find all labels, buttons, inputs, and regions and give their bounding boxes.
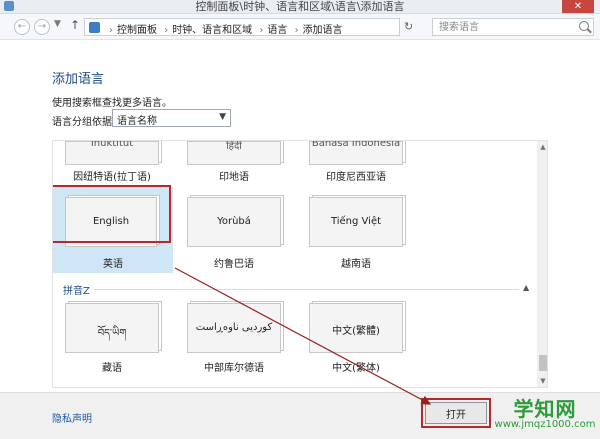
breadcrumb-separator-icon: › (164, 25, 169, 36)
language-name-hindi: 印地语 (219, 172, 249, 183)
tile-native-name: Inuktitut (90, 140, 134, 149)
recent-locations-chevron-icon[interactable]: ▼ (54, 19, 61, 29)
highlight-frame (53, 185, 171, 243)
chevron-up-icon[interactable]: ▲ (523, 283, 529, 292)
tile-native-name: کوردیی ناوەڕاست (195, 322, 273, 333)
language-list: Inuktitut 因纽特语(拉丁语) हिंदी 印地语 Bahasa Ind… (52, 140, 548, 388)
search-input[interactable] (433, 19, 573, 35)
breadcrumb-separator-icon: › (109, 25, 113, 36)
language-name-inuktitut: 因纽特语(拉丁语) (73, 172, 151, 183)
breadcrumb: › 控制面板 › 时钟、语言和区域 › 语言 › 添加语言 (105, 21, 343, 36)
tile-native-name: བོད་ཡིག (97, 328, 127, 339)
search-icon[interactable] (579, 21, 589, 31)
vertical-scrollbar[interactable]: ▲ ▼ (537, 141, 547, 387)
address-bar[interactable]: › 控制面板 › 时钟、语言和区域 › 语言 › 添加语言 (84, 18, 400, 36)
breadcrumb-separator-icon: › (294, 25, 299, 36)
close-button[interactable]: ✕ (562, 0, 594, 13)
watermark-url: www.jmqz1000.com (494, 419, 596, 430)
window-title: 控制面板\时钟、语言和区域\语言\添加语言 (195, 0, 405, 13)
tile-native-name: Tiếng Việt (330, 216, 382, 227)
title-bar: 控制面板\时钟、语言和区域\语言\添加语言 ✕ (0, 0, 600, 14)
group-by-dropdown[interactable]: 语言名称 ▼ (112, 109, 231, 127)
language-name-yoruba: 约鲁巴语 (214, 259, 254, 270)
tile-native-name: 中文(繁體) (332, 326, 380, 337)
language-tile-chinese-traditional[interactable]: 中文(繁體) (309, 303, 403, 353)
breadcrumb-item-control-panel[interactable]: 控制面板 (117, 25, 157, 36)
language-tile-tibetan[interactable]: བོད་ཡིག (65, 303, 159, 353)
privacy-statement-link[interactable]: 隐私声明 (52, 410, 92, 425)
breadcrumb-item-add-language[interactable]: 添加语言 (303, 25, 343, 36)
breadcrumb-item-language[interactable]: 语言 (267, 25, 287, 36)
language-name-vietnamese: 越南语 (341, 259, 371, 270)
group-by-value: 语言名称 (117, 116, 157, 127)
search-box[interactable] (432, 18, 594, 36)
open-highlight-frame (421, 398, 491, 428)
language-tile-inuktitut[interactable]: Inuktitut (65, 141, 159, 165)
language-name-central-kurdish: 中部库尔德语 (204, 363, 264, 374)
language-name-indonesian: 印度尼西亚语 (326, 172, 386, 183)
language-tile-hindi[interactable]: हिंदी (187, 141, 281, 165)
group-header: 拼音Z (63, 286, 90, 297)
site-watermark-logo: 学知网 www.jmqz1000.com (493, 395, 597, 435)
language-tile-indonesian[interactable]: Bahasa Indonesia (309, 141, 403, 165)
up-arrow-icon[interactable]: ↑ (70, 18, 80, 32)
language-tile-vietnamese[interactable]: Tiếng Việt (309, 197, 403, 247)
chevron-down-icon: ▼ (219, 112, 226, 122)
tile-native-name: Yorùbá (217, 216, 251, 227)
language-tile-yoruba[interactable]: Yorùbá (187, 197, 281, 247)
scroll-down-icon[interactable]: ▼ (537, 375, 547, 387)
scroll-up-icon[interactable]: ▲ (537, 141, 547, 153)
scroll-thumb[interactable] (539, 355, 547, 371)
back-button[interactable]: ← (14, 19, 30, 35)
refresh-icon[interactable]: ↻ (404, 20, 413, 33)
breadcrumb-separator-icon: › (259, 25, 264, 36)
group-divider (93, 289, 519, 290)
tile-native-name: हिंदी (226, 141, 242, 152)
page-title: 添加语言 (52, 72, 105, 87)
control-panel-icon (89, 22, 100, 33)
language-name-tibetan: 藏语 (102, 363, 122, 374)
watermark-title: 学知网 (513, 397, 577, 421)
language-name-english: 英语 (103, 259, 123, 270)
group-by-label: 语言分组依据: (52, 117, 116, 128)
tile-native-name: Bahasa Indonesia (311, 140, 401, 149)
address-row: ← → ▼ ↑ › 控制面板 › 时钟、语言和区域 › 语言 › 添加语言 ↻ (0, 14, 600, 40)
language-tile-central-kurdish[interactable]: کوردیی ناوەڕاست (187, 303, 281, 353)
instruction-text: 使用搜索框查找更多语言。 (52, 98, 172, 109)
language-name-chinese-traditional: 中文(繁体) (332, 363, 380, 374)
breadcrumb-item-clock-language-region[interactable]: 时钟、语言和区域 (172, 25, 252, 36)
forward-button[interactable]: → (34, 19, 50, 35)
